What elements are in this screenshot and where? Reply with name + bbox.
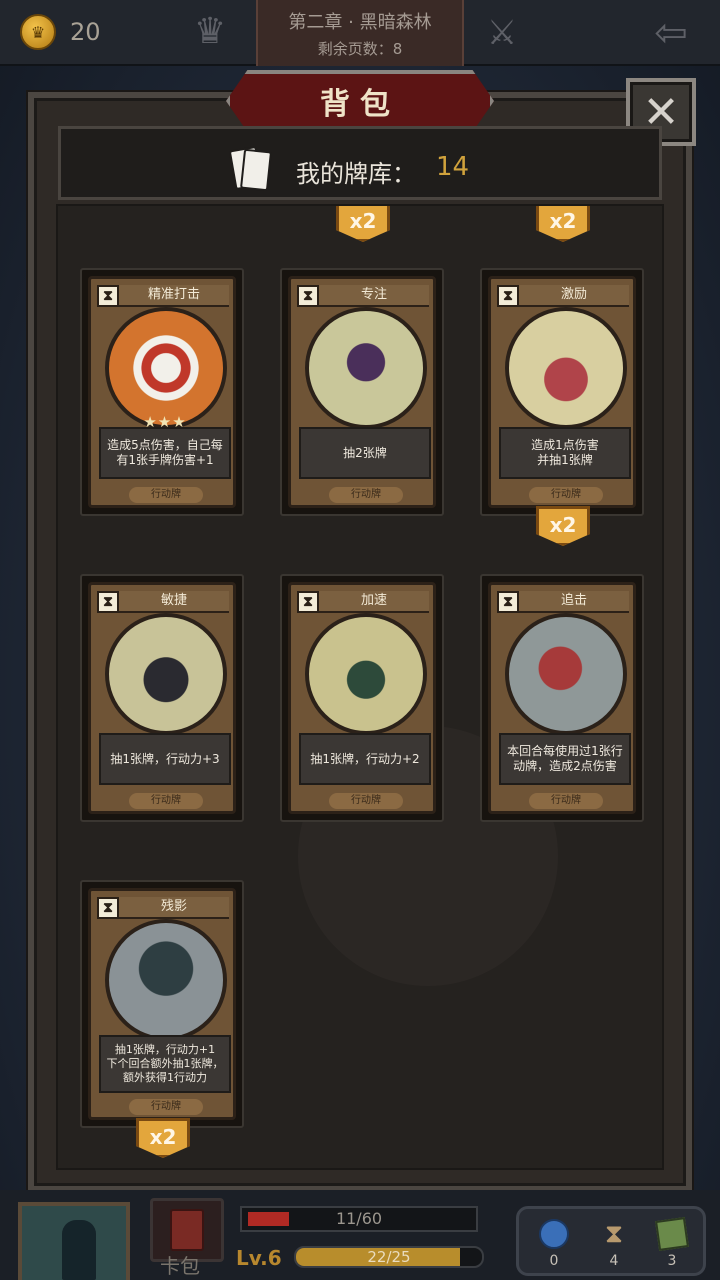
- modal-title-plate: 背包: [226, 70, 494, 132]
- card-description: 抽1张牌，行动力+1 下个回合额外抽1张牌， 额外获得1行动力: [99, 1035, 231, 1093]
- hourglass-icon: ⧗: [97, 897, 119, 919]
- potion-icon: [539, 1219, 569, 1249]
- card-art-rogue: [505, 613, 627, 735]
- card-bag-label: 卡包: [160, 1254, 200, 1278]
- card-afterimage[interactable]: ⧗ 残影 抽1张牌，行动力+1 下个回合额外抽1张牌， 额外获得1行动力 行动牌: [80, 880, 244, 1128]
- xp-bar: 22/25: [294, 1246, 484, 1268]
- card-art-warrior: [505, 307, 627, 429]
- card-type: 行动牌: [329, 487, 403, 503]
- card-type: 行动牌: [529, 793, 603, 809]
- card-description: 抽1张牌，行动力+3: [99, 733, 231, 785]
- card-description: 抽2张牌: [299, 427, 431, 479]
- card-art-panther: [105, 613, 227, 735]
- xp-text: 22/25: [367, 1248, 411, 1266]
- chapter-panel: 第二章 · 黑暗森林 剩余页数：8: [256, 0, 464, 66]
- card-description: 本回合每使用过1张行动牌，造成2点伤害: [499, 733, 631, 785]
- hourglass-count: 4: [609, 1253, 619, 1269]
- hourglass-icon: ⧗: [97, 285, 119, 307]
- potion-count: 0: [549, 1253, 559, 1269]
- card-art-shadows: [105, 919, 227, 1041]
- coin-icon: ♛: [20, 14, 56, 50]
- cards-icon: [655, 1217, 689, 1251]
- card-type: 行动牌: [529, 487, 603, 503]
- back-arrow-icon[interactable]: ⇦: [646, 10, 696, 56]
- card-haste[interactable]: ⧗ 加速 抽1张牌，行动力+2 行动牌: [280, 574, 444, 822]
- coin-count: 20: [70, 18, 101, 46]
- count-badge: x2: [536, 206, 590, 242]
- card-art-wizard: [305, 307, 427, 429]
- resources-panel[interactable]: ⧗ 0 4 3: [516, 1206, 706, 1276]
- level-label: Lv.6: [236, 1246, 282, 1270]
- card-type: 行动牌: [129, 793, 203, 809]
- hourglass-icon: ⧗: [297, 591, 319, 613]
- hourglass-icon: ⧗: [297, 285, 319, 307]
- crown-icon[interactable]: ♛: [186, 10, 234, 54]
- deck-count: 14: [436, 152, 470, 182]
- count-badge: x2: [336, 206, 390, 242]
- card-name: 精准打击: [119, 285, 229, 307]
- card-name: 专注: [319, 285, 429, 307]
- book-icon: [170, 1209, 204, 1251]
- chapter-title: 第二章 · 黑暗森林: [288, 12, 432, 33]
- card-art-target: [105, 307, 227, 429]
- card-type: 行动牌: [329, 793, 403, 809]
- card-type: 行动牌: [129, 1099, 203, 1115]
- card-description: 抽1张牌，行动力+2: [299, 733, 431, 785]
- hourglass-icon: ⧗: [97, 591, 119, 613]
- deck-cards-icon: [228, 145, 273, 192]
- hourglass-icon: ⧗: [497, 285, 519, 307]
- card-grid[interactable]: x2 x2 ⧗ 精准打击 ★★★ 造成5点伤害，自己每有1张手牌伤害+1 行动牌…: [56, 204, 664, 1170]
- card-name: 加速: [319, 591, 429, 613]
- modal-title: 背包: [320, 87, 400, 122]
- card-type: 行动牌: [129, 487, 203, 503]
- card-name: 激励: [519, 285, 629, 307]
- hp-text: 11/60: [335, 1209, 383, 1228]
- card-focus[interactable]: ⧗ 专注 抽2张牌 行动牌: [280, 268, 444, 516]
- hero-portrait[interactable]: [18, 1202, 130, 1280]
- hourglass-icon: ⧗: [497, 591, 519, 613]
- hero-figure: [62, 1220, 96, 1280]
- card-agility[interactable]: ⧗ 敏捷 抽1张牌，行动力+3 行动牌: [80, 574, 244, 822]
- card-description: 造成1点伤害 并抽1张牌: [499, 427, 631, 479]
- sword-icon[interactable]: ⚔: [478, 8, 526, 58]
- count-badge: x2: [536, 506, 590, 546]
- card-precise-strike[interactable]: ⧗ 精准打击 ★★★ 造成5点伤害，自己每有1张手牌伤害+1 行动牌: [80, 268, 244, 516]
- card-name: 残影: [119, 897, 229, 919]
- pages-remaining: 剩余页数：8: [317, 40, 403, 58]
- card-description: 造成5点伤害，自己每有1张手牌伤害+1: [99, 427, 231, 479]
- count-badge: x2: [136, 1118, 190, 1158]
- hourglass-icon: ⧗: [604, 1219, 624, 1249]
- deck-label: 我的牌库：: [296, 160, 416, 188]
- card-inspire[interactable]: ⧗ 激励 造成1点伤害 并抽1张牌 行动牌: [480, 268, 644, 516]
- hp-bar: 11/60: [240, 1206, 478, 1232]
- card-name: 追击: [519, 591, 629, 613]
- card-art-witch: [305, 613, 427, 735]
- cards-count: 3: [667, 1253, 677, 1269]
- card-pursuit[interactable]: ⧗ 追击 本回合每使用过1张行动牌，造成2点伤害 行动牌: [480, 574, 644, 822]
- card-name: 敏捷: [119, 591, 229, 613]
